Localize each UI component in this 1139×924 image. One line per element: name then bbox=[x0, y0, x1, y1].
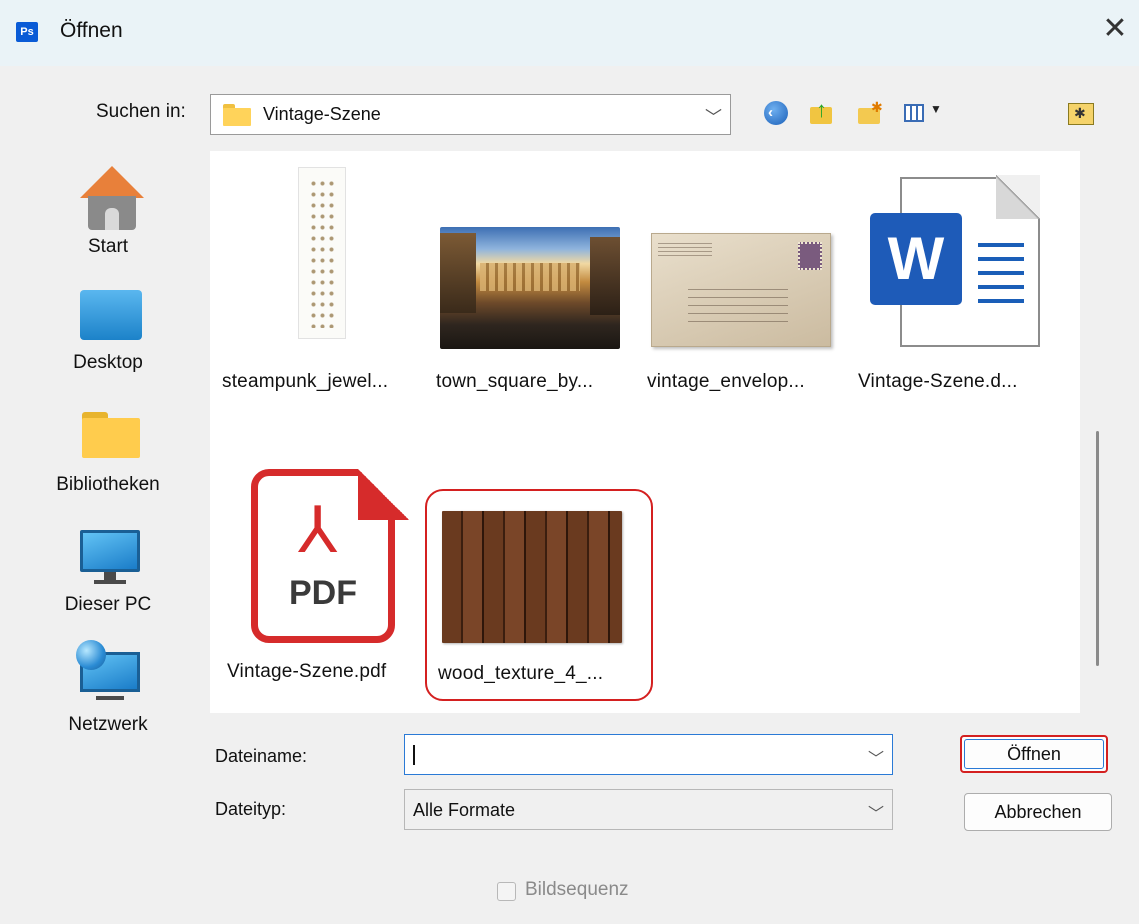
back-icon[interactable]: ‹ bbox=[762, 99, 790, 127]
file-item[interactable]: W Vintage-Szene.d... bbox=[858, 175, 1070, 407]
chevron-down-icon: ﹀ bbox=[867, 806, 884, 823]
desktop-icon bbox=[80, 290, 142, 340]
place-desktop[interactable]: Desktop bbox=[16, 290, 200, 410]
file-item[interactable]: vintage_envelop... bbox=[647, 233, 851, 413]
image-thumbnail bbox=[440, 227, 620, 349]
file-item[interactable]: steampunk_jewel... bbox=[210, 151, 430, 401]
window-title: Öffnen bbox=[60, 19, 123, 42]
image-sequence-label: Bildsequenz bbox=[525, 879, 629, 900]
place-label: Bibliotheken bbox=[56, 474, 160, 495]
place-label: Netzwerk bbox=[68, 714, 148, 735]
chevron-down-icon[interactable]: ﹀ bbox=[868, 745, 884, 769]
filetype-select[interactable]: Alle Formate ﹀ bbox=[404, 789, 893, 830]
favorites-folder-icon[interactable]: ✱ bbox=[1068, 100, 1096, 128]
filename-input[interactable]: ﹀ bbox=[404, 734, 893, 775]
file-name: Vintage-Szene.pdf bbox=[227, 661, 387, 682]
filetype-value: Alle Formate bbox=[413, 800, 516, 820]
place-libraries[interactable]: Bibliotheken bbox=[16, 412, 200, 532]
places-bar: Start Desktop Bibliotheken Dieser PC Net… bbox=[16, 146, 200, 826]
place-label: Dieser PC bbox=[64, 594, 152, 615]
file-name: steampunk_jewel... bbox=[222, 371, 389, 392]
filetype-label: Dateityp: bbox=[215, 799, 287, 819]
scrollbar-thumb[interactable] bbox=[1096, 431, 1099, 666]
view-menu-icon[interactable]: ▼ bbox=[902, 99, 956, 127]
file-name: Vintage-Szene.d... bbox=[858, 371, 1018, 392]
place-label: Desktop bbox=[73, 352, 143, 373]
image-thumbnail bbox=[298, 167, 346, 339]
place-this-pc[interactable]: Dieser PC bbox=[16, 530, 200, 650]
close-icon[interactable]: ✕ bbox=[1098, 12, 1132, 46]
title-bar: Ps Öffnen ✕ bbox=[0, 0, 1139, 66]
file-name: town_square_by... bbox=[436, 371, 594, 392]
open-button-label: Öffnen bbox=[964, 739, 1104, 769]
look-in-dropdown[interactable]: Vintage-Szene ﹀ bbox=[210, 94, 731, 135]
open-button[interactable]: Öffnen bbox=[960, 735, 1108, 773]
look-in-value: Vintage-Szene bbox=[263, 104, 381, 124]
filename-label: Dateiname: bbox=[215, 746, 308, 766]
new-folder-icon[interactable]: ✱ bbox=[856, 99, 884, 127]
text-caret bbox=[413, 745, 415, 765]
checkbox-box[interactable] bbox=[497, 882, 516, 901]
open-dialog: Ps Öffnen ✕ Suchen in: Vintage-Szene ﹀ ‹… bbox=[0, 0, 1139, 924]
file-name: vintage_envelop... bbox=[647, 371, 805, 392]
pdf-icon: ⅄ PDF bbox=[251, 469, 409, 643]
image-thumbnail bbox=[651, 233, 831, 347]
place-start[interactable]: Start bbox=[16, 150, 200, 270]
folder-icon bbox=[223, 104, 251, 126]
file-item[interactable]: ⅄ PDF Vintage-Szene.pdf bbox=[227, 469, 441, 689]
selection-highlight bbox=[425, 489, 653, 701]
chevron-down-icon: ﹀ bbox=[705, 108, 722, 127]
up-folder-icon[interactable]: ↑ bbox=[808, 97, 836, 127]
cancel-button[interactable]: Abbrechen bbox=[964, 793, 1112, 831]
file-item[interactable]: town_square_by... bbox=[436, 227, 640, 407]
photoshop-app-icon: Ps bbox=[16, 22, 38, 42]
place-label: Start bbox=[87, 236, 129, 257]
look-in-label: Suchen in: bbox=[96, 101, 186, 122]
place-network[interactable]: Netzwerk bbox=[16, 640, 200, 760]
